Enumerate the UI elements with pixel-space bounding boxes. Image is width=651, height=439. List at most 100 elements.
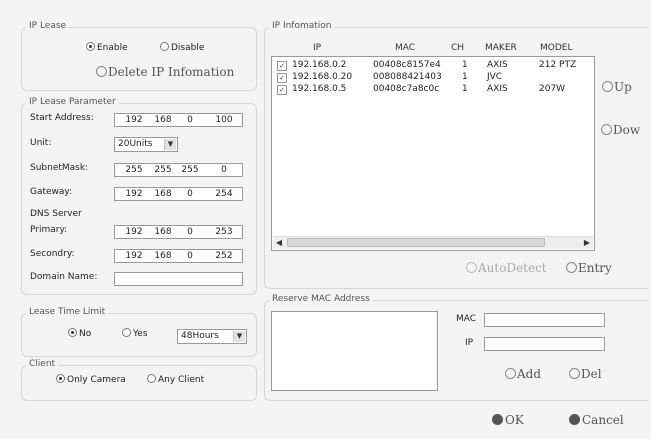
entry-button[interactable]: Entry	[566, 261, 612, 275]
only-camera-radio-dot	[56, 374, 65, 383]
primary-dns-octet-4: 253	[215, 227, 233, 237]
only-camera-radio[interactable]: Only Camera	[56, 374, 126, 385]
up-label: Up	[614, 80, 632, 94]
lease-time-limit-legend: Lease Time Limit	[26, 307, 109, 318]
auto-detect-button[interactable]: AutoDetect	[466, 261, 547, 275]
secondary-dns-octet-3: 0	[187, 251, 193, 261]
reserve-mac-list[interactable]	[271, 311, 438, 391]
start-address-field[interactable]: 192 168 0 100	[114, 113, 243, 127]
ip-info-list[interactable]: ✓ 192.168.0.2 00408c8157e4 1 AXIS 212 PT…	[271, 56, 595, 251]
primary-dns-octet-1: 192	[125, 227, 143, 237]
del-button[interactable]: Del	[569, 367, 602, 381]
start-address-octet-3: 0	[187, 115, 193, 125]
start-address-octet-2: 168	[154, 115, 172, 125]
cancel-button[interactable]: Cancel	[569, 413, 624, 427]
subnet-mask-octet-3: 255	[181, 165, 199, 175]
domain-name-label: Domain Name:	[30, 272, 98, 282]
col-header-ch: CH	[451, 43, 465, 53]
subnet-mask-label: SubnetMask:	[30, 163, 89, 173]
cancel-label: Cancel	[582, 413, 624, 427]
row-checkbox[interactable]: ✓	[277, 73, 287, 83]
row-ch: 1	[462, 60, 468, 70]
dns-server-label: DNS Server	[30, 209, 82, 219]
reserve-mac-input[interactable]	[484, 313, 605, 327]
list-item[interactable]: ✓	[277, 72, 287, 83]
lease-duration-select[interactable]: 48Hours ▼	[177, 329, 247, 344]
gateway-label: Gateway:	[30, 187, 73, 197]
delete-ip-info-button[interactable]: Delete IP Infomation	[96, 65, 234, 79]
gateway-octet-4: 254	[215, 189, 233, 199]
ip-lease-parameter-legend: IP Lease Parameter	[26, 97, 119, 108]
up-ring-icon	[602, 81, 613, 92]
list-item[interactable]: ✓	[277, 84, 287, 95]
secondary-dns-label: Secondry:	[30, 249, 75, 259]
domain-name-field[interactable]	[114, 272, 243, 286]
scrollbar-thumb[interactable]	[287, 238, 545, 247]
auto-detect-ring-icon	[466, 262, 477, 273]
chevron-down-icon: ▼	[164, 139, 176, 150]
row-ip: 192.168.0.5	[292, 84, 347, 94]
gateway-field[interactable]: 192 168 0 254	[114, 187, 243, 201]
row-ip: 192.168.0.2	[292, 60, 347, 70]
row-checkbox[interactable]: ✓	[277, 61, 287, 71]
lease-no-label: No	[79, 329, 92, 339]
row-mac: 00408c7a8c0c	[373, 84, 440, 94]
start-address-octet-1: 192	[125, 115, 143, 125]
lease-yes-label: Yes	[133, 329, 148, 339]
delete-ring-icon	[96, 66, 107, 77]
secondary-dns-field[interactable]: 192 168 0 252	[114, 249, 243, 263]
ok-label: OK	[505, 413, 524, 427]
chevron-down-icon: ▼	[233, 331, 245, 342]
subnet-mask-octet-2: 255	[154, 165, 172, 175]
subnet-mask-field[interactable]: 255 255 255 0	[114, 163, 243, 177]
primary-dns-label: Primary:	[30, 225, 68, 235]
primary-dns-field[interactable]: 192 168 0 253	[114, 225, 243, 239]
list-item[interactable]: ✓	[277, 60, 287, 71]
row-mac: 00408c8157e4	[373, 60, 441, 70]
unit-select[interactable]: 20Units ▼	[114, 137, 178, 152]
entry-ring-icon	[566, 262, 577, 273]
row-mac: 008088421403	[373, 72, 442, 82]
entry-label: Entry	[578, 261, 612, 275]
reserve-mac-legend: Reserve MAC Address	[269, 294, 373, 305]
ok-button[interactable]: OK	[492, 413, 524, 427]
row-checkbox[interactable]: ✓	[277, 85, 287, 95]
cancel-dot-icon	[569, 414, 580, 425]
disable-radio-dot	[160, 42, 169, 51]
primary-dns-octet-3: 0	[187, 227, 193, 237]
unit-label: Unit:	[30, 138, 52, 148]
reserve-mac-label: MAC	[456, 314, 477, 324]
add-button[interactable]: Add	[505, 367, 541, 381]
down-label: Dow	[613, 123, 641, 137]
down-button[interactable]: Dow	[601, 123, 640, 137]
auto-detect-label: AutoDetect	[478, 261, 547, 275]
row-ip: 192.168.0.20	[292, 72, 353, 82]
start-address-label: Start Address:	[30, 113, 94, 123]
any-client-radio[interactable]: Any Client	[147, 374, 204, 385]
scroll-right-arrow-icon[interactable]: ▶	[581, 237, 593, 249]
gateway-octet-1: 192	[125, 189, 143, 199]
scroll-left-arrow-icon[interactable]: ◀	[273, 237, 285, 249]
row-maker: AXIS	[487, 60, 508, 70]
subnet-mask-octet-1: 255	[125, 165, 143, 175]
enable-label: Enable	[97, 43, 128, 53]
reserve-ip-input[interactable]	[484, 337, 605, 351]
only-camera-label: Only Camera	[67, 375, 126, 385]
col-header-model: MODEL	[540, 43, 573, 53]
horizontal-scrollbar[interactable]: ◀ ▶	[273, 236, 593, 249]
lease-no-radio[interactable]: No	[68, 328, 91, 339]
any-client-label: Any Client	[158, 375, 205, 385]
disable-label: Disable	[171, 43, 205, 53]
enable-radio-dot	[86, 42, 95, 51]
row-ch: 1	[462, 72, 468, 82]
primary-dns-octet-2: 168	[154, 227, 172, 237]
up-button[interactable]: Up	[602, 80, 632, 94]
col-header-ip: IP	[313, 43, 322, 53]
unit-select-value: 20Units	[118, 139, 153, 149]
disable-radio[interactable]: Disable	[160, 42, 204, 53]
row-maker: AXIS	[487, 84, 508, 94]
enable-radio[interactable]: Enable	[86, 42, 128, 53]
lease-yes-radio[interactable]: Yes	[122, 328, 148, 339]
ip-lease-legend: IP Lease	[26, 21, 70, 32]
secondary-dns-octet-2: 168	[154, 251, 172, 261]
